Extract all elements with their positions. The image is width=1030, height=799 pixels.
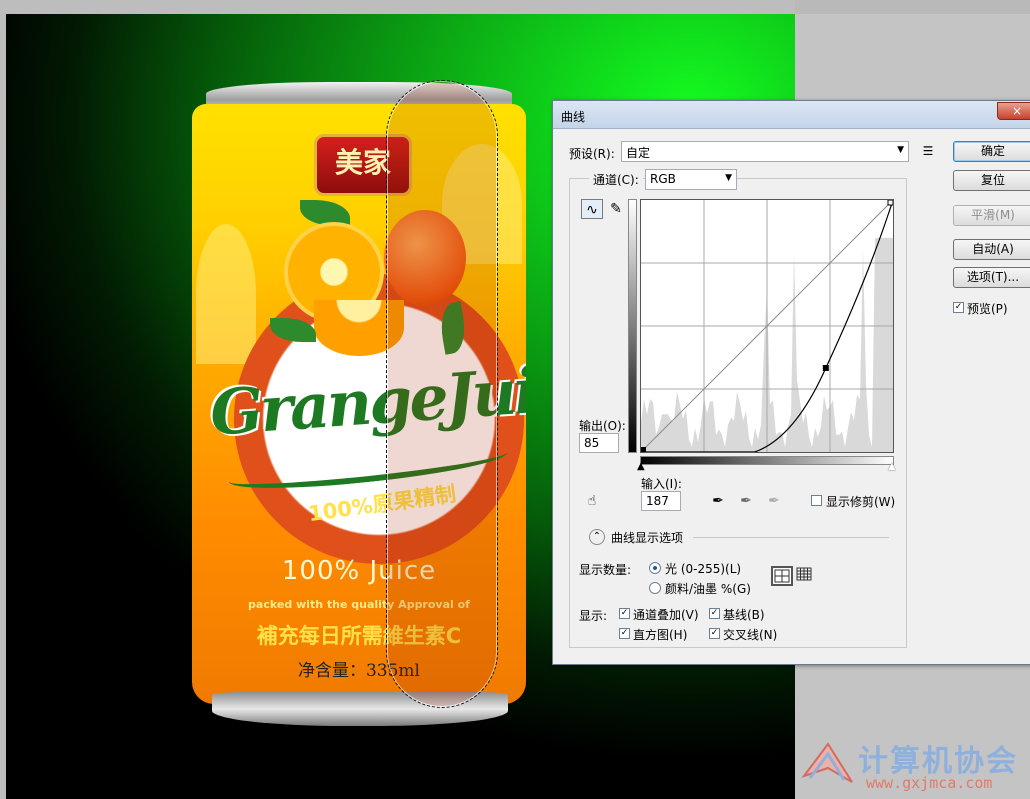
channel-overlays-checkbox[interactable]: ✓ [619, 608, 630, 619]
show-amount-label: 显示数量: [579, 563, 632, 577]
detailed-grid-icon[interactable] [795, 566, 817, 586]
channel-overlays-label: 通道叠加(V) [633, 608, 699, 622]
input-field[interactable]: 187 [641, 491, 681, 511]
show-clipping-checkbox[interactable] [811, 495, 822, 506]
black-slider-icon[interactable]: ▲ [637, 461, 645, 472]
preview-checkbox[interactable]: ✓ [953, 302, 964, 313]
ok-button[interactable]: 确定 [953, 141, 1030, 162]
preset-label: 预设(R): [569, 147, 615, 161]
curve-point-tool-icon[interactable]: ∿ [581, 199, 603, 219]
pencil-icon[interactable]: ✎ [605, 199, 627, 219]
baseline-label: 基线(B) [723, 608, 765, 622]
preset-options-icon[interactable]: ☰ [917, 141, 939, 161]
baseline-checkbox[interactable]: ✓ [709, 608, 720, 619]
show-clipping-label: 显示修剪(W) [826, 495, 896, 509]
watermark-url: www.gxjmca.com [866, 774, 993, 792]
black-eyedropper-icon[interactable]: ✒ [707, 491, 729, 511]
preset-select[interactable]: 自定 ▼ [621, 141, 909, 162]
canvas-top-border [0, 0, 795, 14]
site-watermark: 计算机协会 www.gxjmca.com [800, 732, 1030, 799]
chevron-down-icon: ▼ [725, 173, 732, 183]
on-image-adjust-hand-icon[interactable]: ☝ [581, 491, 603, 511]
output-label: 输出(O): [579, 419, 626, 433]
simple-grid-icon[interactable] [771, 566, 793, 586]
gray-eyedropper-icon[interactable]: ✒ [735, 491, 757, 511]
curve-endpoint-white[interactable] [887, 199, 894, 206]
intersection-checkbox[interactable]: ✓ [709, 628, 720, 639]
reset-button[interactable]: 复位 [953, 170, 1030, 191]
auto-button[interactable]: 自动(A) [953, 239, 1030, 260]
light-radio[interactable] [649, 562, 661, 574]
histogram-checkbox[interactable]: ✓ [619, 628, 630, 639]
close-button[interactable]: × [997, 102, 1030, 120]
channel-value: RGB [650, 172, 676, 186]
curve-graph[interactable] [640, 199, 894, 453]
chevron-down-icon: ▼ [897, 145, 904, 155]
chevron-up-icon[interactable]: ⌃ [589, 529, 605, 545]
curve-graph-svg [640, 199, 894, 453]
white-slider-icon[interactable]: ▲ [888, 461, 896, 472]
output-gradient-bar [628, 199, 637, 453]
pigment-radio[interactable] [649, 582, 661, 594]
preset-value: 自定 [626, 146, 651, 160]
curve-options-label: 曲线显示选项 [611, 531, 684, 545]
show-label: 显示: [579, 609, 608, 623]
dialog-titlebar[interactable]: 曲线 × [553, 101, 1030, 129]
palm-shape [196, 224, 256, 364]
channel-select[interactable]: RGB ▼ [645, 169, 737, 190]
light-option-label: 光 (0-255)(L) [665, 562, 742, 576]
intersection-label: 交叉线(N) [723, 628, 778, 642]
pigment-option-label: 颜料/油墨 %(G) [665, 582, 751, 596]
input-label: 输入(I): [641, 477, 682, 491]
preview-label: 预览(P) [967, 302, 1008, 316]
selection-marquee[interactable] [386, 80, 498, 708]
watermark-logo-icon [801, 742, 853, 783]
output-field[interactable]: 85 [579, 433, 619, 453]
curve-control-point[interactable] [822, 365, 829, 371]
divider [693, 537, 889, 538]
input-gradient-bar [640, 456, 894, 465]
options-button[interactable]: 选项(T)... [953, 267, 1030, 288]
curves-dialog: 曲线 × 预设(R): 自定 ▼ ☰ 通道(C): RGB ▼ ∿ ✎ ▲ ▲ … [552, 100, 1030, 665]
curve-endpoint-black[interactable] [641, 447, 646, 452]
smooth-button[interactable]: 平滑(M) [953, 205, 1030, 226]
dialog-title: 曲线 [561, 110, 586, 124]
channel-label: 通道(C): [589, 171, 643, 188]
histogram-label: 直方图(H) [633, 628, 688, 642]
white-eyedropper-icon[interactable]: ✒ [763, 491, 785, 511]
canvas-left-border [0, 0, 6, 799]
